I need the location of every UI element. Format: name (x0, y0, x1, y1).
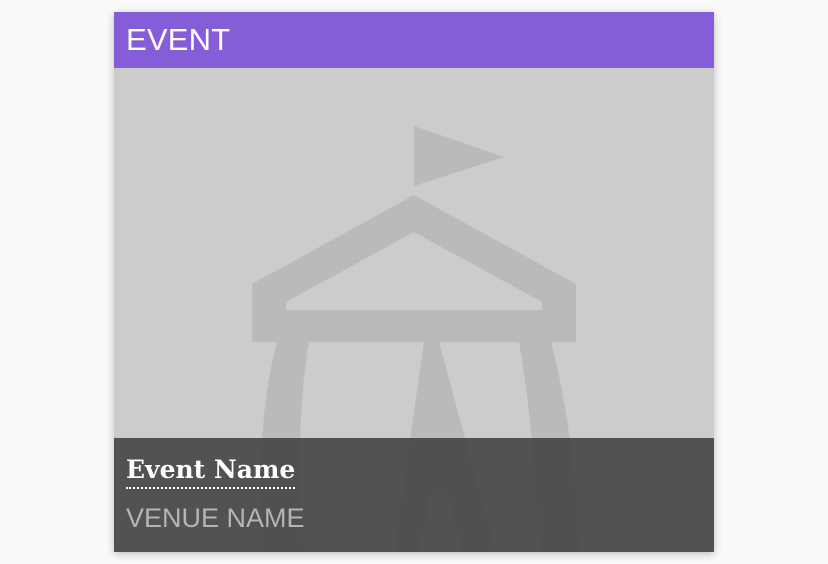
event-card: EVENT Event Name VENUE NAME (114, 12, 714, 552)
event-name-link[interactable]: Event Name (126, 454, 296, 489)
event-category-header: EVENT (114, 12, 714, 68)
event-category-label: EVENT (126, 22, 231, 57)
venue-name: VENUE NAME (126, 503, 305, 533)
event-info-panel: Event Name VENUE NAME (114, 438, 714, 552)
